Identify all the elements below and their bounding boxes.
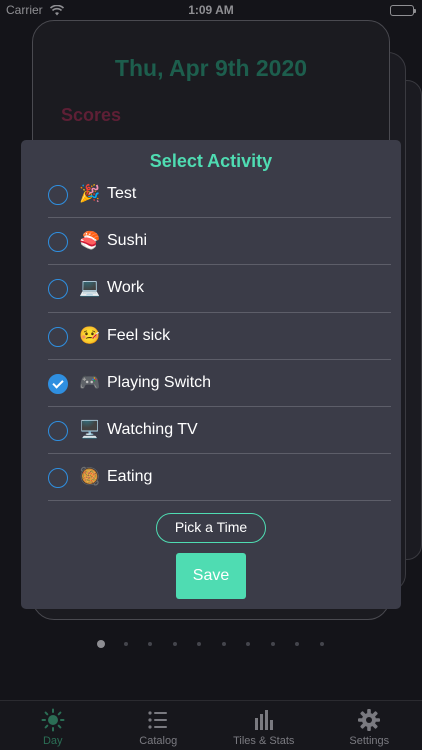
page-dot[interactable] — [123, 642, 128, 646]
page-dot[interactable] — [148, 642, 152, 646]
bar-chart-icon — [252, 708, 276, 737]
activity-row[interactable]: 🎉 Test — [48, 171, 391, 219]
gear-icon — [357, 708, 381, 737]
activity-row[interactable]: 🖥️ Watching TV — [48, 407, 391, 455]
day-title: Thu, Apr 9th 2020 — [114, 55, 308, 81]
page-dot[interactable] — [246, 642, 250, 646]
tab-tiles-stats[interactable]: Tiles & Stats — [211, 701, 317, 750]
radio-checked-icon[interactable] — [48, 373, 68, 394]
activity-row[interactable]: 💻 Work — [48, 265, 391, 313]
page-dot[interactable] — [295, 642, 299, 646]
activity-label: Test — [107, 185, 137, 202]
activity-emoji-icon: 🎉 — [79, 184, 101, 203]
activity-emoji-icon: 💻 — [79, 278, 101, 298]
page-dot[interactable] — [270, 642, 275, 646]
pick-a-time-button[interactable]: Pick a Time — [156, 513, 266, 543]
activity-label: Watching TV — [107, 420, 198, 438]
page-dot[interactable] — [319, 642, 324, 646]
activity-label: Sushi — [107, 232, 148, 250]
activity-label: Work — [107, 279, 145, 297]
activity-list: 🎉 Test 🍣 Sushi 💻 Work 🤒 Feel sick 🎮 Playing Switc… — [48, 171, 391, 502]
status-bar: Carrier 1:09 AM — [0, 0, 422, 22]
activity-label: Eating — [107, 468, 153, 486]
modal-title: Select Activity — [149, 151, 273, 171]
activity-emoji-icon: 🥘 — [79, 467, 101, 487]
radio-unchecked-icon[interactable] — [48, 185, 68, 205]
activity-label: Playing Switch — [107, 373, 212, 391]
page-indicator[interactable] — [97, 640, 344, 648]
radio-unchecked-icon[interactable] — [48, 279, 68, 300]
scores-label: Scores — [61, 105, 122, 125]
activity-emoji-icon: 🤒 — [79, 325, 101, 345]
battery-icon — [390, 5, 416, 16]
screen: Carrier 1:09 AM Thu, Apr 9th 2020 Scores… — [0, 0, 422, 750]
radio-unchecked-icon[interactable] — [48, 468, 68, 489]
tab-bar: Day Catalog Tiles & Stats Settings — [0, 700, 422, 750]
select-activity-modal: Select Activity 🎉 Test 🍣 Sushi 💻 Work 🤒 Feel si… — [21, 140, 401, 609]
activity-row[interactable]: 🍣 Sushi — [48, 218, 391, 266]
save-button[interactable]: Save — [176, 553, 246, 599]
tab-label: Day — [42, 735, 63, 747]
sun-icon — [41, 708, 65, 737]
tab-label: Catalog — [139, 735, 178, 747]
tab-settings[interactable]: Settings — [317, 701, 422, 750]
page-dot[interactable] — [172, 642, 177, 646]
radio-unchecked-icon[interactable] — [48, 420, 68, 441]
activity-emoji-icon: 🍣 — [79, 231, 101, 251]
tab-label: Tiles & Stats — [233, 735, 295, 747]
page-dot[interactable] — [221, 642, 226, 646]
list-icon — [146, 708, 170, 737]
activity-label: Feel sick — [107, 326, 171, 344]
tab-catalog[interactable]: Catalog — [106, 701, 212, 750]
activity-row[interactable]: 🎮 Playing Switch — [48, 360, 391, 407]
tab-day[interactable]: Day — [0, 701, 106, 750]
activity-emoji-icon: 🎮 — [79, 372, 101, 392]
page-dot[interactable] — [97, 640, 105, 648]
tab-label: Settings — [349, 735, 390, 747]
activity-emoji-icon: 🖥️ — [79, 419, 101, 439]
activity-row[interactable]: 🥘 Eating — [48, 454, 391, 502]
activity-row[interactable]: 🤒 Feel sick — [48, 313, 391, 360]
radio-unchecked-icon[interactable] — [48, 326, 68, 347]
radio-unchecked-icon[interactable] — [48, 232, 68, 253]
page-dot[interactable] — [197, 642, 201, 646]
status-time: 1:09 AM — [188, 3, 234, 17]
